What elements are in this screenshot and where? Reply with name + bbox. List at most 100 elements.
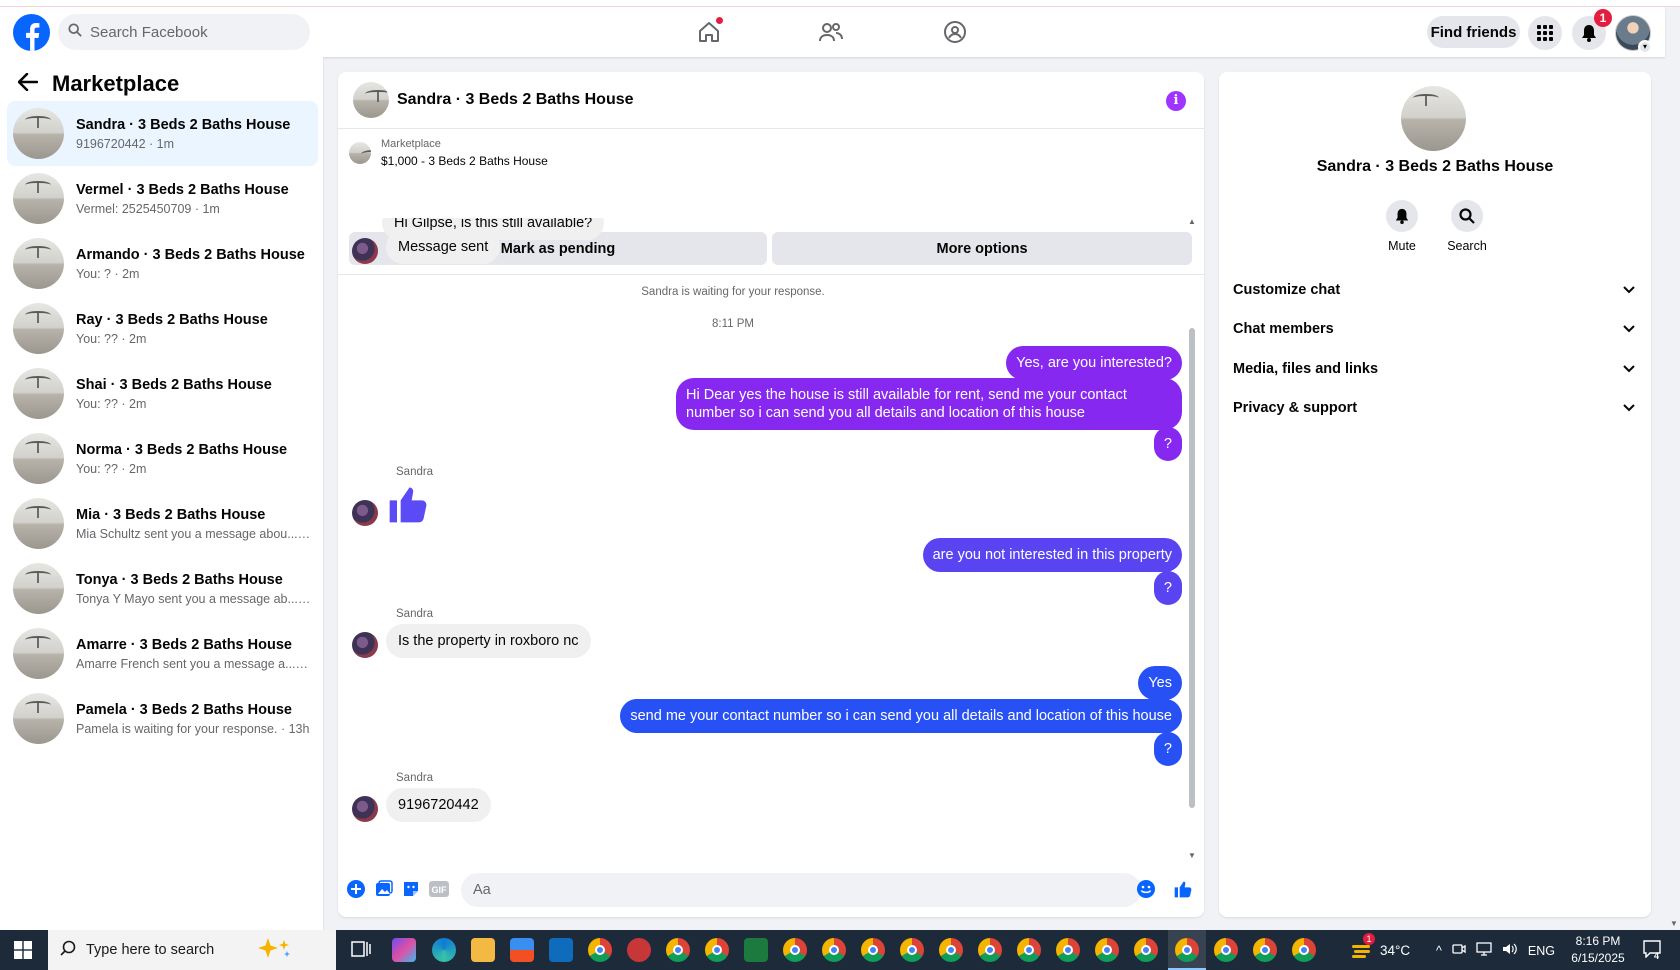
network-icon[interactable] <box>1476 942 1492 959</box>
language-indicator[interactable]: ENG <box>1528 944 1555 958</box>
conversation-preview: 9196720442 · 1m <box>76 136 174 151</box>
chrome-icon[interactable] <box>939 938 963 962</box>
message-bubble[interactable]: Message sent <box>386 230 501 264</box>
weather-widget[interactable]: 34°C <box>1350 930 1410 970</box>
back-arrow-icon[interactable] <box>17 72 39 96</box>
listing-details[interactable]: Marketplace $1,000 - 3 Beds 2 Baths Hous… <box>349 138 548 168</box>
chrome-icon[interactable] <box>1056 938 1080 962</box>
friends-icon[interactable] <box>816 17 846 47</box>
message-bubble[interactable]: Yes <box>1138 666 1182 701</box>
chrome-icon[interactable] <box>861 938 885 962</box>
conversation-item[interactable]: Armando · 3 Beds 2 Baths House You: ? · 2… <box>7 231 318 296</box>
menu-grid-icon[interactable] <box>1528 16 1562 50</box>
mute-button[interactable]: Mute <box>1372 200 1432 253</box>
chrome-icon[interactable] <box>588 938 612 962</box>
conversation-item[interactable]: Amarre · 3 Beds 2 Baths House Amarre Fren… <box>7 621 318 686</box>
outgoing-message: are you not interested in this property <box>922 538 1182 573</box>
find-friends-button[interactable]: Find friends <box>1427 16 1520 48</box>
chrome-icon[interactable] <box>822 938 846 962</box>
photo-icon[interactable] <box>374 879 394 899</box>
plus-circle-icon[interactable] <box>346 879 366 899</box>
info-icon[interactable]: i <box>1166 91 1186 111</box>
chrome-icon[interactable] <box>1017 938 1041 962</box>
copilot-icon[interactable] <box>392 938 416 962</box>
sender-avatar[interactable] <box>352 238 378 264</box>
emoji-icon[interactable] <box>1136 879 1156 899</box>
scroll-up-arrow-icon[interactable]: ▲ <box>1188 218 1196 226</box>
message-bubble[interactable]: are you not interested in this property <box>922 538 1182 573</box>
message-bubble[interactable]: Is the property in roxboro nc <box>386 624 591 658</box>
search-in-conversation-button[interactable]: Search <box>1437 200 1497 253</box>
chrome-icon[interactable] <box>1253 938 1277 962</box>
message-bubble[interactable]: ? <box>1153 732 1182 767</box>
message-bubble[interactable]: Yes, are you interested? <box>1006 346 1182 381</box>
chrome-icon[interactable] <box>1134 938 1158 962</box>
like-thumbs-up-icon[interactable] <box>1173 879 1193 899</box>
conversation-item[interactable]: Tonya · 3 Beds 2 Baths House Tonya Y Mayo… <box>7 556 318 621</box>
sender-avatar[interactable] <box>352 500 378 526</box>
conversation-item[interactable]: Vermel · 3 Beds 2 Baths House Vermel: 252… <box>7 166 318 231</box>
chrome-icon[interactable] <box>1095 938 1119 962</box>
microsoft-store-icon[interactable] <box>510 938 534 962</box>
groups-icon[interactable] <box>940 17 970 47</box>
chrome-icon[interactable] <box>978 938 1002 962</box>
scrollbar-thumb[interactable] <box>1189 328 1195 808</box>
conversation-item[interactable]: Norma · 3 Beds 2 Baths House You: ?? · 2m <box>7 426 318 491</box>
chrome-icon[interactable] <box>783 938 807 962</box>
facebook-logo-icon[interactable] <box>13 14 50 51</box>
chrome-icon[interactable] <box>666 938 690 962</box>
windows-start-icon[interactable] <box>14 941 32 964</box>
edge-browser-icon[interactable] <box>432 938 456 962</box>
app-icon[interactable] <box>627 938 651 962</box>
taskbar-clock[interactable]: 8:16 PM 6/15/2025 <box>1566 933 1630 967</box>
conversation-item[interactable]: Pamela · 3 Beds 2 Baths House Pamela is w… <box>7 686 318 751</box>
home-icon[interactable] <box>694 17 724 47</box>
chat-members-section[interactable]: Chat members <box>1233 312 1635 346</box>
scroll-down-arrow-icon[interactable]: ▼ <box>1188 852 1196 860</box>
volume-icon[interactable] <box>1502 942 1518 959</box>
chevron-up-icon[interactable]: ^ <box>1436 944 1442 958</box>
chevron-down-icon <box>1623 360 1635 378</box>
search-input[interactable] <box>90 23 290 41</box>
conversation-item[interactable]: Sandra · 3 Beds 2 Baths House 9196720442 … <box>7 101 318 166</box>
conversation-item[interactable]: Mia · 3 Beds 2 Baths House Mia Schultz se… <box>7 491 318 556</box>
message-bubble[interactable]: send me your contact number so i can sen… <box>620 699 1182 734</box>
conversation-item[interactable]: Shai · 3 Beds 2 Baths House You: ?? · 2m <box>7 361 318 426</box>
marketplace-conversations-sidebar: Marketplace Sandra · 3 Beds 2 Baths Hous… <box>0 57 324 930</box>
page-scrollbar[interactable]: ▼ <box>1668 57 1680 930</box>
chat-title[interactable]: Sandra · 3 Beds 2 Baths House <box>397 91 634 109</box>
outlook-icon[interactable] <box>549 938 573 962</box>
message-input[interactable] <box>461 873 1141 907</box>
scroll-down-arrow-icon[interactable]: ▼ <box>1670 919 1678 928</box>
message-scrollbar[interactable]: ▲ ▼ <box>1188 218 1196 860</box>
message-bubble[interactable]: ? <box>1153 571 1182 606</box>
conversation-avatar[interactable] <box>1401 86 1466 151</box>
customize-chat-section[interactable]: Customize chat <box>1233 273 1635 307</box>
message-bubble[interactable]: ? <box>1153 427 1182 462</box>
sender-avatar[interactable] <box>352 632 378 658</box>
chrome-icon[interactable] <box>705 938 729 962</box>
gif-icon[interactable]: GIF <box>429 879 449 899</box>
sticker-icon[interactable] <box>401 879 421 899</box>
facebook-search-bar[interactable] <box>58 14 310 50</box>
chat-avatar[interactable] <box>353 82 389 118</box>
chrome-icon[interactable] <box>1292 938 1316 962</box>
media-files-links-section[interactable]: Media, files and links <box>1233 352 1635 386</box>
meet-now-icon[interactable] <box>1452 942 1466 959</box>
chrome-icon[interactable] <box>1214 938 1238 962</box>
conversation-name: Ray · 3 Beds 2 Baths House <box>76 311 268 328</box>
message-bubble[interactable]: Hi Dear yes the house is still available… <box>676 378 1182 431</box>
spreadsheet-icon[interactable] <box>744 938 768 962</box>
outgoing-message: ? <box>1153 427 1182 462</box>
conversation-item[interactable]: Ray · 3 Beds 2 Baths House You: ?? · 2m <box>7 296 318 361</box>
thumbs-up-icon[interactable] <box>386 482 430 526</box>
chevron-down-icon[interactable]: ▾ <box>1638 40 1652 54</box>
sender-avatar[interactable] <box>352 796 378 822</box>
file-explorer-icon[interactable] <box>471 938 495 962</box>
chrome-icon[interactable] <box>1175 938 1199 962</box>
message-bubble[interactable]: 9196720442 <box>386 788 491 822</box>
task-view-icon[interactable] <box>350 938 374 962</box>
taskbar-search-box[interactable]: Type here to search <box>48 930 336 970</box>
privacy-support-section[interactable]: Privacy & support <box>1233 391 1635 425</box>
chrome-icon[interactable] <box>900 938 924 962</box>
